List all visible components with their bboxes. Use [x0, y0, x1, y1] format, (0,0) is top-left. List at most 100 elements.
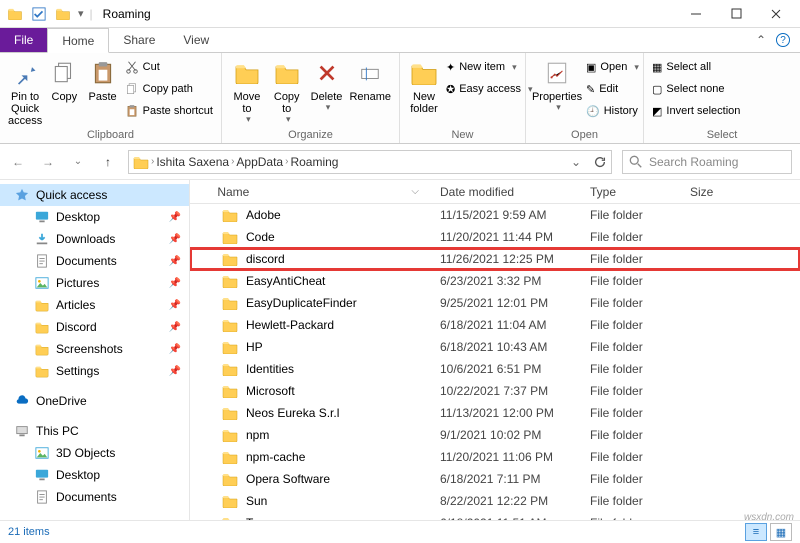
cut-button[interactable]: Cut	[125, 57, 213, 77]
column-name[interactable]: ▢Name⌵	[190, 180, 430, 203]
forward-button[interactable]: →	[38, 152, 58, 172]
copy-to-button[interactable]: Copy to	[270, 57, 304, 125]
file-type: File folder	[580, 362, 680, 376]
new-item-button[interactable]: ✦ New item	[446, 57, 533, 77]
folder-icon	[6, 5, 24, 23]
nav-item[interactable]: Documents 📌	[0, 250, 189, 272]
nav-item[interactable]: Downloads 📌	[0, 228, 189, 250]
file-row[interactable]: Teams 6/18/2021 11:51 AM File folder	[190, 512, 800, 520]
folder-icon	[34, 297, 50, 313]
nav-item[interactable]: Pictures 📌	[0, 272, 189, 294]
column-date[interactable]: Date modified	[430, 180, 580, 203]
file-date: 10/6/2021 6:51 PM	[430, 362, 580, 376]
copy-path-button[interactable]: Copy path	[125, 79, 213, 99]
tab-file[interactable]: File	[0, 28, 47, 52]
file-row[interactable]: EasyDuplicateFinder 9/25/2021 12:01 PM F…	[190, 292, 800, 314]
file-name: Code	[246, 230, 275, 244]
file-type: File folder	[580, 230, 680, 244]
paste-shortcut-button[interactable]: Paste shortcut	[125, 101, 213, 121]
nav-item[interactable]: Settings 📌	[0, 360, 189, 382]
tab-share[interactable]: Share	[109, 28, 169, 52]
file-row[interactable]: discord 11/26/2021 12:25 PM File folder	[190, 248, 800, 270]
address-bar[interactable]: › Ishita Saxena› AppData› Roaming ⌄	[128, 150, 612, 174]
up-button[interactable]: ↑	[98, 152, 118, 172]
nav-this-pc[interactable]: This PC	[0, 420, 189, 442]
file-row[interactable]: Identities 10/6/2021 6:51 PM File folder	[190, 358, 800, 380]
file-row[interactable]: Neos Eureka S.r.l 11/13/2021 12:00 PM Fi…	[190, 402, 800, 424]
nav-item-label: Documents	[56, 254, 117, 268]
history-button[interactable]: 🕘 History	[586, 101, 639, 121]
select-all-button[interactable]: ▦ Select all	[652, 57, 740, 77]
file-row[interactable]: HP 6/18/2021 10:43 AM File folder	[190, 336, 800, 358]
properties-button[interactable]: Properties	[534, 57, 580, 113]
close-button[interactable]	[756, 0, 796, 28]
file-row[interactable]: Code 11/20/2021 11:44 PM File folder	[190, 226, 800, 248]
copy-button[interactable]: Copy	[48, 57, 80, 103]
help-icon[interactable]: ?	[776, 33, 790, 47]
invert-selection-button[interactable]: ◩ Invert selection	[652, 101, 740, 121]
edit-button[interactable]: ✎ Edit	[586, 79, 639, 99]
nav-item[interactable]: Discord 📌	[0, 316, 189, 338]
file-row[interactable]: Sun 8/22/2021 12:22 PM File folder	[190, 490, 800, 512]
desktop-icon	[34, 467, 50, 483]
breadcrumb: Ishita Saxena›	[156, 155, 234, 169]
select-none-button[interactable]: ▢ Select none	[652, 79, 740, 99]
nav-item[interactable]: Documents	[0, 486, 189, 508]
nav-onedrive[interactable]: OneDrive	[0, 390, 189, 412]
paste-button[interactable]: Paste	[86, 57, 118, 103]
column-type[interactable]: Type	[580, 180, 680, 203]
address-dropdown[interactable]: ⌄	[571, 155, 581, 169]
tab-view[interactable]: View	[169, 28, 223, 52]
nav-item[interactable]: Desktop 📌	[0, 206, 189, 228]
nav-quick-access[interactable]: Quick access	[0, 184, 189, 206]
file-row[interactable]: Opera Software 6/18/2021 7:11 PM File fo…	[190, 468, 800, 490]
column-headers: ▢Name⌵ Date modified Type Size	[190, 180, 800, 204]
window-title: Roaming	[103, 7, 151, 21]
move-to-button[interactable]: Move to	[230, 57, 264, 125]
recent-dropdown[interactable]: ⌄	[68, 152, 88, 172]
back-button[interactable]: ←	[8, 152, 28, 172]
delete-button[interactable]: Delete	[310, 57, 344, 113]
nav-item-label: 3D Objects	[56, 446, 115, 460]
file-type: File folder	[580, 340, 680, 354]
view-icons-button[interactable]: ▦	[770, 523, 792, 541]
column-size[interactable]: Size	[680, 180, 760, 203]
view-details-button[interactable]: ≡	[745, 523, 767, 541]
tab-home[interactable]: Home	[47, 28, 109, 53]
nav-item[interactable]: Articles 📌	[0, 294, 189, 316]
folder-icon	[222, 428, 238, 442]
file-date: 11/15/2021 9:59 AM	[430, 208, 580, 222]
search-box[interactable]: Search Roaming	[622, 150, 792, 174]
dl-icon	[34, 231, 50, 247]
file-row[interactable]: Microsoft 10/22/2021 7:37 PM File folder	[190, 380, 800, 402]
nav-item-label: Desktop	[56, 468, 100, 482]
nav-item-label: Pictures	[56, 276, 99, 290]
maximize-button[interactable]	[716, 0, 756, 28]
qat-properties[interactable]	[30, 5, 48, 23]
file-row[interactable]: npm 9/1/2021 10:02 PM File folder	[190, 424, 800, 446]
file-row[interactable]: npm-cache 11/20/2021 11:06 PM File folde…	[190, 446, 800, 468]
qat-overflow[interactable]: ▾	[78, 7, 84, 20]
ribbon-collapse-icon[interactable]: ⌃	[756, 33, 766, 47]
open-button[interactable]: ▣ Open	[586, 57, 639, 77]
file-name: EasyAntiCheat	[246, 274, 325, 288]
file-row[interactable]: Hewlett-Packard 6/18/2021 11:04 AM File …	[190, 314, 800, 336]
nav-item-label: Downloads	[56, 232, 115, 246]
pin-quick-access-button[interactable]: Pin to Quick access	[8, 57, 42, 127]
minimize-button[interactable]	[676, 0, 716, 28]
nav-item[interactable]: Desktop	[0, 464, 189, 486]
folder-icon	[222, 406, 238, 420]
new-folder-button[interactable]: New folder	[408, 57, 440, 115]
nav-item[interactable]: 3D Objects	[0, 442, 189, 464]
doc-icon	[34, 489, 50, 505]
navigation-bar: ← → ⌄ ↑ › Ishita Saxena› AppData› Roamin…	[0, 144, 800, 180]
file-date: 10/22/2021 7:37 PM	[430, 384, 580, 398]
file-date: 8/22/2021 12:22 PM	[430, 494, 580, 508]
refresh-button[interactable]	[593, 155, 607, 169]
rename-button[interactable]: Rename	[349, 57, 391, 103]
file-row[interactable]: EasyAntiCheat 6/23/2021 3:32 PM File fol…	[190, 270, 800, 292]
file-row[interactable]: Adobe 11/15/2021 9:59 AM File folder	[190, 204, 800, 226]
folder-icon	[222, 384, 238, 398]
easy-access-button[interactable]: ✪ Easy access	[446, 79, 533, 99]
nav-item[interactable]: Screenshots 📌	[0, 338, 189, 360]
